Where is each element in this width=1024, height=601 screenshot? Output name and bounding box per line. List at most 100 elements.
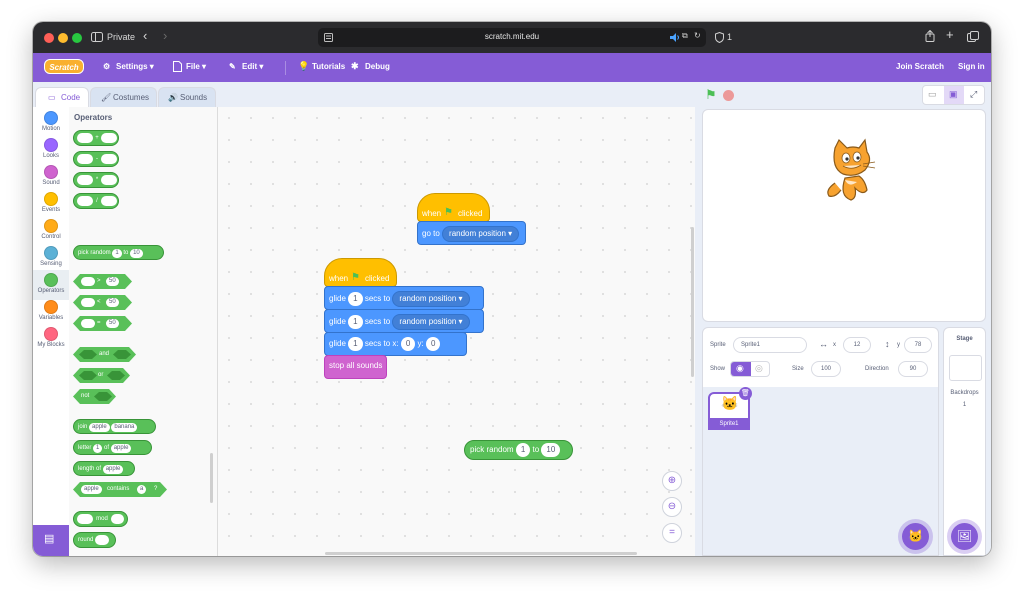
script-area[interactable]: when ⚑ clicked go to random position ▾ w… [218,107,695,556]
glide-secs-input[interactable]: 1 [348,315,363,329]
minimize-window-button[interactable] [58,33,68,43]
glide-label: glide [329,317,346,327]
tab-code[interactable]: ▭ Code [35,87,89,107]
reload-icon[interactable]: ↻ [694,31,701,40]
stage-selector[interactable]: Stage Backdrops 1 [943,327,986,556]
new-tab-icon[interactable]: + [946,27,954,42]
choose-sprite-button[interactable]: 🐱 [902,523,929,550]
greater-than-block[interactable]: >50 [73,274,132,289]
less-than-block[interactable]: <50 [73,295,132,310]
join-block[interactable]: join apple banana [73,419,156,434]
go-to-block[interactable]: go to random position ▾ [417,221,526,245]
letter-of-block[interactable]: letter 1 of apple [73,440,152,455]
audio-playing-icon[interactable] [670,33,680,42]
not-block[interactable]: not [73,389,116,404]
glide-x-input[interactable]: 0 [400,337,416,351]
back-icon[interactable]: ‹ [143,28,147,43]
tab-code-label: Code [61,93,81,102]
zoom-out-button[interactable]: ⊖ [662,497,682,517]
tab-overview-icon[interactable] [967,31,979,42]
sprite-name-input[interactable]: Sprite1 [733,337,807,353]
zoom-reset-button[interactable]: = [662,523,682,543]
normal-stage-button[interactable]: ▣ [944,86,964,104]
go-to-target-dropdown[interactable]: random position ▾ [442,226,520,242]
cat-sprite[interactable] [821,138,881,204]
eye-icon: ◉ [736,363,744,373]
equals-block[interactable]: = 50 [73,316,132,331]
when-flag-clicked-hat-2[interactable]: when ⚑ clicked [324,258,397,287]
stage-thumbnail[interactable] [949,355,982,381]
and-block[interactable]: and [73,347,136,362]
category-motion[interactable]: Motion [33,111,69,132]
divide-block[interactable]: / [73,193,119,209]
when-flag-clicked-hat-1[interactable]: when ⚑ clicked [417,193,490,222]
pick-random-block[interactable]: pick random 1 to 10 [73,245,164,260]
sprite-y-input[interactable]: 78 [904,337,932,353]
debug-button[interactable]: Debug [365,62,390,71]
category-control[interactable]: Control [33,219,69,240]
tab-sounds[interactable]: 🔊 Sounds [158,87,216,107]
category-variables[interactable]: Variables [33,300,69,321]
glide-block-2[interactable]: glide 1 secs to random position ▾ [324,309,484,333]
show-visible-button[interactable]: ◉ [731,362,751,376]
join-scratch-link[interactable]: Join Scratch [896,62,944,71]
glide-secs-input[interactable]: 1 [348,292,363,306]
glide-secs-input[interactable]: 1 [348,337,363,351]
glide-target-dropdown[interactable]: random position ▾ [392,291,470,307]
category-looks[interactable]: Looks [33,138,69,159]
pick-to-input[interactable]: 10 [541,443,561,457]
category-sensing[interactable]: Sensing [33,246,69,267]
glide-block-1[interactable]: glide 1 secs to random position ▾ [324,286,484,310]
green-flag-icon[interactable]: ⚑ [705,87,717,103]
share-icon[interactable] [925,30,935,42]
zoom-in-button[interactable]: ⊕ [662,471,682,491]
subtract-block[interactable]: - [73,151,119,167]
stage-canvas[interactable] [702,109,986,322]
glide-label: glide [329,294,346,304]
multiply-block[interactable]: * [73,172,119,188]
length-of-block[interactable]: length of apple [73,461,135,476]
tab-costumes[interactable]: 🖌 Costumes [90,87,157,107]
pick-from-input[interactable]: 1 [515,443,531,457]
forward-icon[interactable]: › [163,28,167,43]
sign-in-link[interactable]: Sign in [958,62,985,71]
add-block[interactable]: + [73,130,119,146]
sprite-size-input[interactable]: 100 [811,361,841,377]
scratch-logo[interactable]: Scratch [44,59,84,74]
choose-backdrop-button[interactable]: 🖼 [951,523,978,550]
address-bar[interactable]: scratch.mit.edu ⧉ ↻ [318,28,706,47]
glide-y-input[interactable]: 0 [426,337,441,351]
fullscreen-icon[interactable]: ⤢ [970,89,977,100]
close-window-button[interactable] [44,33,54,43]
file-menu[interactable]: File ▾ [186,62,206,71]
eye-hidden-icon[interactable]: ◎ [755,363,763,374]
or-block[interactable]: or [73,368,130,383]
shield-icon[interactable] [715,32,724,43]
category-my-blocks[interactable]: My Blocks [33,327,69,348]
palette-scrollbar[interactable] [210,453,213,503]
edit-menu[interactable]: Edit ▾ [242,62,263,71]
zoom-window-button[interactable] [72,33,82,43]
stop-all-sounds-block[interactable]: stop all sounds [324,355,387,379]
category-sound[interactable]: Sound [33,165,69,186]
extension-button[interactable]: ▤ [33,525,69,556]
sidebar-icon[interactable] [91,32,103,42]
script-horizontal-scrollbar[interactable] [325,552,637,555]
tutorials-button[interactable]: Tutorials [312,62,345,71]
stop-icon[interactable] [723,90,734,101]
sprite-direction-input[interactable]: 90 [898,361,928,377]
small-stage-icon[interactable]: ▭ [928,89,937,100]
mod-block[interactable]: mod [73,511,128,527]
settings-menu[interactable]: Settings ▾ [116,62,154,71]
category-events[interactable]: Events [33,192,69,213]
sprite-x-input[interactable]: 12 [843,337,871,353]
round-block[interactable]: round [73,532,116,548]
loose-pick-random-block[interactable]: pick random 1 to 10 [464,440,573,460]
glide-to-xy-block[interactable]: glide 1 secs to x: 0 y: 0 [324,332,467,356]
delete-sprite-button[interactable]: 🗑 [739,387,752,400]
translate-icon[interactable]: ⧉ [682,31,688,41]
glide-target-dropdown[interactable]: random position ▾ [392,314,470,330]
category-operators[interactable]: Operators [33,270,69,300]
contains-block[interactable]: apple contains a? [73,482,167,497]
script-vertical-scrollbar[interactable] [691,227,694,377]
